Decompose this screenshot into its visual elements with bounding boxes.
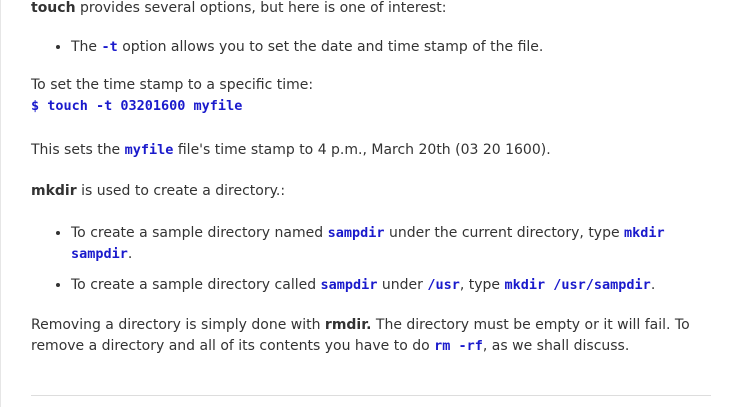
paragraph-text: This sets the	[31, 142, 125, 158]
list-item-text: option allows you to set the date and ti…	[117, 39, 544, 55]
list-item-text: under	[377, 277, 428, 293]
document-page: touch provides several options, but here…	[0, 0, 737, 407]
inline-code: mkdir /usr/sampdir	[504, 277, 651, 293]
list-item-text: The	[71, 39, 102, 55]
touch-intro-paragraph: touch provides several options, but here…	[31, 0, 446, 19]
rmdir-command-name: rmdir.	[324, 317, 372, 333]
inline-code: /usr	[427, 277, 460, 293]
mkdir-intro-paragraph: mkdir is used to create a directory.:	[31, 181, 285, 202]
list-item: To create a sample directory named sampd…	[71, 223, 691, 265]
list-item-text: To create a sample directory named	[71, 225, 328, 241]
inline-code: sampdir	[320, 277, 378, 293]
touch-intro-text: provides several options, but here is on…	[75, 0, 447, 16]
touch-command-example: $ touch -t 03201600 myfile	[31, 98, 243, 114]
rmdir-paragraph: Removing a directory is simply done with…	[31, 315, 721, 357]
paragraph-text: , as we shall discuss.	[482, 338, 630, 354]
inline-code: sampdir	[327, 225, 385, 241]
mkdir-examples-list: To create a sample directory named sampd…	[31, 223, 691, 306]
touch-command-name: touch	[31, 0, 76, 16]
touch-options-list: The -t option allows you to set the date…	[31, 37, 543, 58]
timestamp-label: To set the time stamp to a specific time…	[31, 77, 314, 93]
inline-code: rm -rf	[434, 338, 483, 354]
inline-code: myfile	[124, 142, 174, 158]
paragraph-text: file's time stamp to 4 p.m., March 20th …	[173, 142, 551, 158]
mkdir-command-name: mkdir	[31, 183, 77, 199]
timestamp-explanation: This sets the myfile file's time stamp t…	[31, 140, 551, 161]
list-item-text: , type	[459, 277, 505, 293]
list-item: To create a sample directory called samp…	[71, 275, 691, 296]
list-item: The -t option allows you to set the date…	[71, 37, 543, 58]
paragraph-text: Removing a directory is simply done with	[31, 317, 325, 333]
list-item-text: under the current directory, type	[384, 225, 625, 241]
list-item-text: To create a sample directory called	[71, 277, 321, 293]
list-item-text: .	[127, 246, 133, 262]
inline-code: -t	[101, 39, 118, 55]
list-item-text: .	[650, 277, 656, 293]
section-divider	[31, 395, 711, 396]
paragraph-text: is used to create a directory.:	[76, 183, 286, 199]
